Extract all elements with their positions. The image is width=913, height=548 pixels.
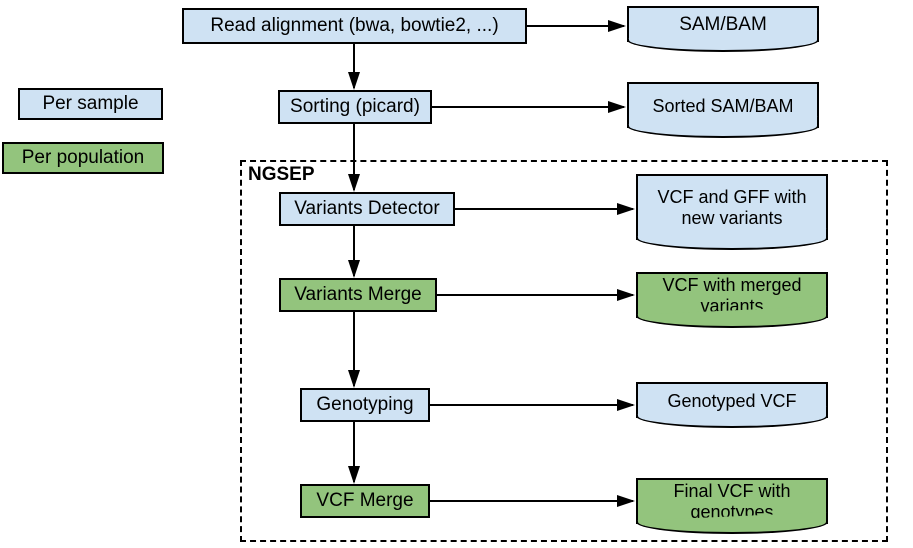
output-sorted-sam-bam: Sorted SAM/BAM: [627, 82, 819, 128]
step-variants-detector: Variants Detector: [279, 192, 455, 226]
step-vcf-merge: VCF Merge: [300, 484, 430, 518]
step-genotyping: Genotyping: [300, 388, 430, 422]
step-read-alignment: Read alignment (bwa, bowtie2, ...): [182, 8, 527, 44]
output-vcf-gff-new: VCF and GFF with new variants: [636, 174, 828, 240]
ngsep-label: NGSEP: [248, 164, 315, 186]
legend-per-sample: Per sample: [18, 88, 163, 120]
output-sam-bam: SAM/BAM: [627, 6, 819, 42]
output-final-vcf: Final VCF with genotypes: [636, 478, 828, 524]
step-variants-merge: Variants Merge: [279, 278, 437, 312]
legend-per-population: Per population: [2, 142, 164, 174]
output-vcf-merged: VCF with merged variants: [636, 272, 828, 318]
output-genotyped-vcf: Genotyped VCF: [636, 382, 828, 418]
step-sorting: Sorting (picard): [278, 90, 432, 124]
